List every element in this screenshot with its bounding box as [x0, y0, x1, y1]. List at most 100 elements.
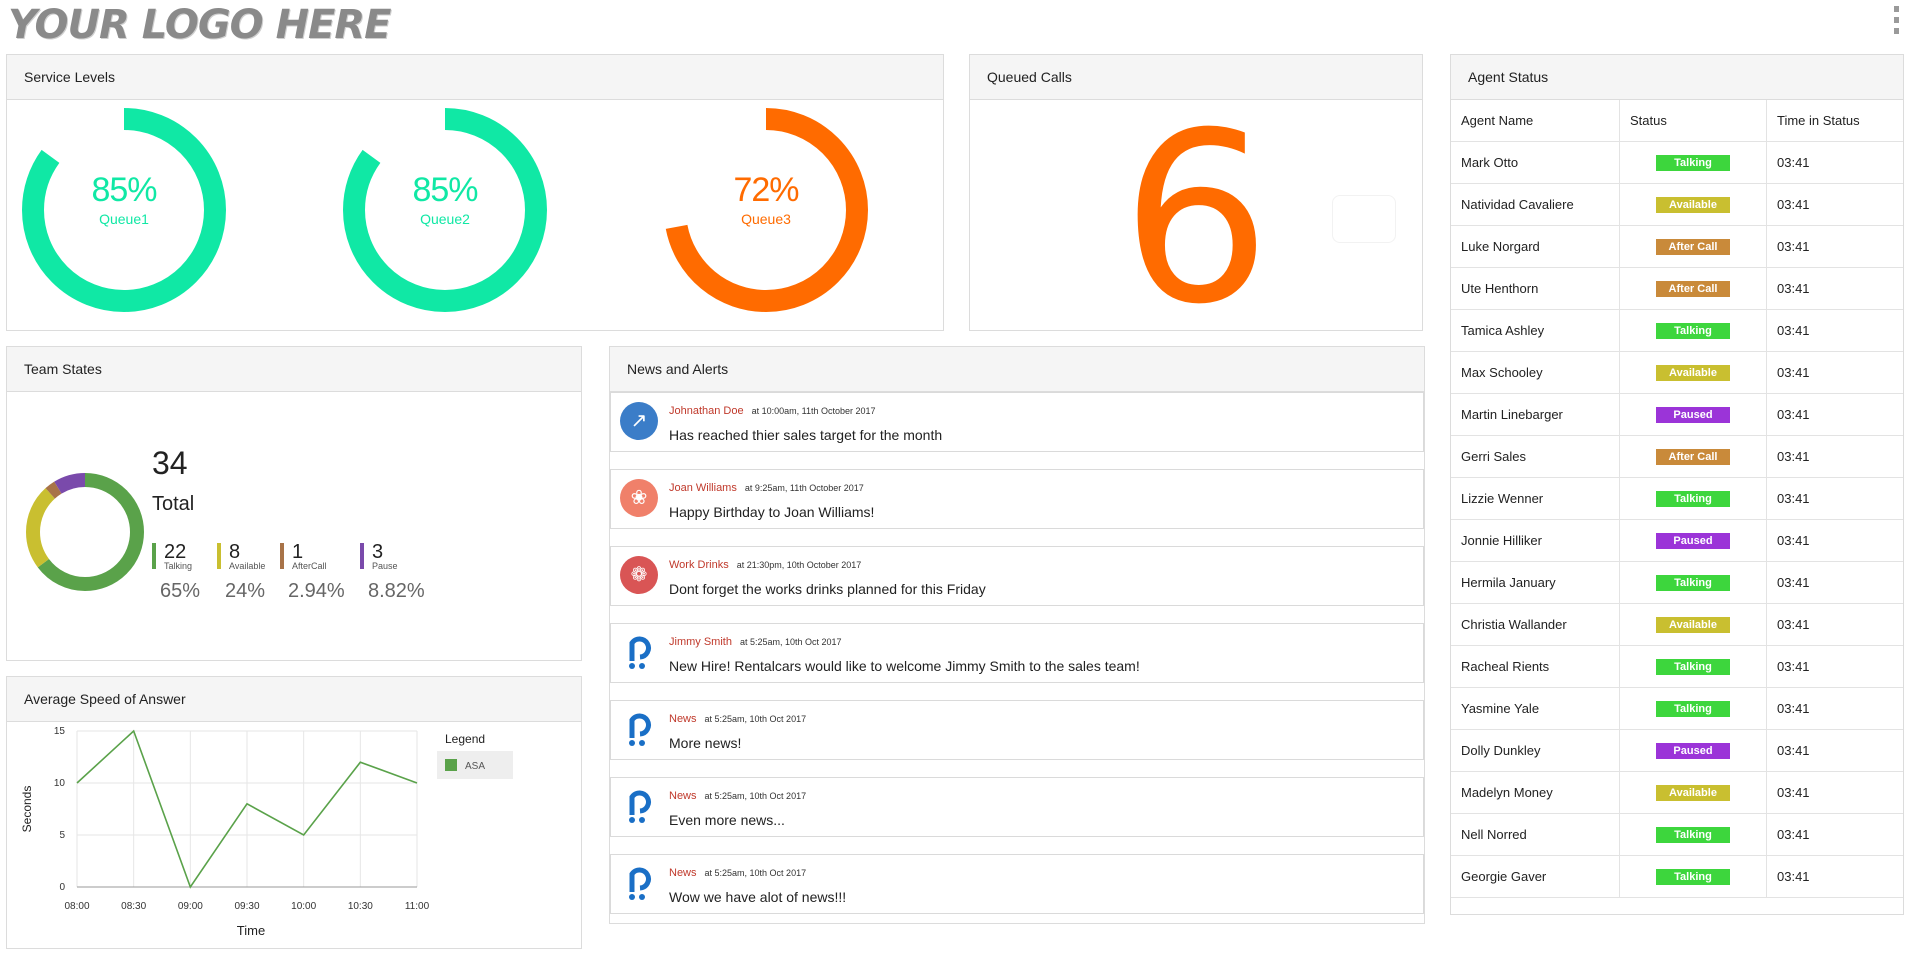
- agent-row[interactable]: Georgie Gaver Talking 03:41: [1451, 855, 1903, 898]
- news-author-name[interactable]: Work Drinks: [669, 559, 729, 571]
- time-in-status: 03:41: [1766, 351, 1903, 394]
- news-message: Wow we have alot of news!!!: [669, 889, 847, 905]
- news-author[interactable]: Jimmy Smith at 5:25am, 10th Oct 2017: [669, 636, 842, 648]
- news-item[interactable]: Jimmy Smith at 5:25am, 10th Oct 2017 New H…: [610, 623, 1424, 683]
- news-message: More news!: [669, 735, 742, 751]
- gauge-percent: 85%: [412, 171, 478, 209]
- agent-status-cell: Talking: [1619, 813, 1767, 856]
- agent-row[interactable]: Martin Linebarger Paused 03:41: [1451, 393, 1903, 436]
- x-tick-label: 10:30: [348, 901, 373, 912]
- x-tick-label: 10:00: [291, 901, 316, 912]
- column-header-status[interactable]: Status: [1619, 100, 1767, 142]
- agent-row[interactable]: Christia Wallander Available 03:41: [1451, 603, 1903, 646]
- agent-row[interactable]: Racheal Rients Talking 03:41: [1451, 645, 1903, 688]
- news-author-name[interactable]: News: [669, 790, 697, 802]
- agent-name: Ute Henthorn: [1451, 267, 1620, 310]
- news-message: Even more news...: [669, 812, 785, 828]
- column-header-time[interactable]: Time in Status: [1766, 100, 1903, 142]
- news-author[interactable]: Johnathan Doe at 10:00am, 11th October 20…: [669, 405, 876, 417]
- team-state-stat: 3 Pause: [360, 542, 398, 571]
- agent-row[interactable]: Gerri Sales After Call 03:41: [1451, 435, 1903, 478]
- agent-row[interactable]: Mark Otto Talking 03:41: [1451, 141, 1903, 184]
- status-badge: Talking: [1656, 826, 1730, 843]
- panel-title: Average Speed of Answer: [7, 677, 581, 722]
- gauge-queue-name: Queue2: [420, 211, 470, 227]
- news-author-name[interactable]: Johnathan Doe: [669, 405, 744, 417]
- agent-status-cell: Talking: [1619, 141, 1767, 184]
- news-author[interactable]: News at 5:25am, 10th Oct 2017: [669, 867, 806, 879]
- x-tick-label: 08:30: [121, 901, 146, 912]
- news-author-name[interactable]: Joan Williams: [669, 482, 737, 494]
- agent-row[interactable]: Max Schooley Available 03:41: [1451, 351, 1903, 394]
- agent-name: Gerri Sales: [1451, 435, 1620, 478]
- x-tick-label: 09:30: [234, 901, 259, 912]
- team-total-label: Total: [152, 493, 195, 515]
- agent-row[interactable]: Ute Henthorn After Call 03:41: [1451, 267, 1903, 310]
- agent-row[interactable]: Luke Norgard After Call 03:41: [1451, 225, 1903, 268]
- news-author[interactable]: Work Drinks at 21:30pm, 10th October 2017: [669, 559, 861, 571]
- rentalcars-logo-icon: [620, 633, 658, 671]
- agent-row[interactable]: Tamica Ashley Talking 03:41: [1451, 309, 1903, 352]
- agent-name: Natividad Cavaliere: [1451, 183, 1620, 226]
- agent-row[interactable]: Dolly Dunkley Paused 03:41: [1451, 729, 1903, 772]
- table-header-row: Agent Name Status Time in Status: [1451, 100, 1903, 142]
- time-in-status: 03:41: [1766, 561, 1903, 604]
- agent-row[interactable]: Madelyn Money Available 03:41: [1451, 771, 1903, 814]
- status-badge: Talking: [1656, 322, 1730, 339]
- agent-status-cell: Talking: [1619, 561, 1767, 604]
- agent-row[interactable]: Lizzie Wenner Talking 03:41: [1451, 477, 1903, 520]
- panel-title: News and Alerts: [610, 347, 1424, 392]
- time-in-status: 03:41: [1766, 477, 1903, 520]
- news-item[interactable]: News at 5:25am, 10th Oct 2017 Wow we have …: [610, 854, 1424, 914]
- agent-status-cell: After Call: [1619, 435, 1767, 478]
- time-in-status: 03:41: [1766, 141, 1903, 184]
- agent-name: Hermila January: [1451, 561, 1620, 604]
- gauge-queue-name: Queue1: [99, 211, 149, 227]
- news-author[interactable]: Joan Williams at 9:25am, 11th October 201…: [669, 482, 864, 494]
- agent-status-table: Agent Name Status Time in Status Mark Ot…: [1451, 100, 1903, 898]
- team-total: 34: [152, 445, 188, 481]
- glasses-icon: ❁: [620, 556, 658, 594]
- news-item[interactable]: ↗ Johnathan Doe at 10:00am, 11th October 2…: [610, 392, 1424, 452]
- time-in-status: 03:41: [1766, 603, 1903, 646]
- news-author-name[interactable]: Jimmy Smith: [669, 636, 732, 648]
- agent-row[interactable]: Nell Norred Talking 03:41: [1451, 813, 1903, 856]
- legend-label[interactable]: ASA: [465, 761, 485, 772]
- gauge-arc: [22, 108, 226, 312]
- status-badge: Talking: [1656, 658, 1730, 675]
- x-tick-label: 08:00: [64, 901, 89, 912]
- news-author-name[interactable]: News: [669, 867, 697, 879]
- status-badge: Paused: [1656, 742, 1730, 759]
- time-in-status: 03:41: [1766, 183, 1903, 226]
- news-item[interactable]: ❁ Work Drinks at 21:30pm, 10th October 201…: [610, 546, 1424, 606]
- agent-row[interactable]: Yasmine Yale Talking 03:41: [1451, 687, 1903, 730]
- agent-status-cell: Talking: [1619, 687, 1767, 730]
- queued-calls-panel: Queued Calls 6: [969, 54, 1423, 331]
- news-timestamp: at 21:30pm, 10th October 2017: [736, 560, 862, 570]
- team-state-stat: 1 AfterCall: [280, 542, 327, 571]
- gauge-percent: 85%: [91, 171, 157, 209]
- news-item[interactable]: News at 5:25am, 10th Oct 2017 Even more ne…: [610, 777, 1424, 837]
- agent-status-cell: Paused: [1619, 729, 1767, 772]
- status-badge: Talking: [1656, 574, 1730, 591]
- news-timestamp: at 5:25am, 10th Oct 2017: [704, 868, 807, 878]
- news-author-name[interactable]: News: [669, 713, 697, 725]
- gauge-queue-name: Queue3: [741, 211, 791, 227]
- news-item[interactable]: ❀ Joan Williams at 9:25am, 11th October 20…: [610, 469, 1424, 529]
- agent-row[interactable]: Natividad Cavaliere Available 03:41: [1451, 183, 1903, 226]
- agent-status-cell: Available: [1619, 351, 1767, 394]
- agent-row[interactable]: Jonnie Hilliker Paused 03:41: [1451, 519, 1903, 562]
- status-badge: Available: [1656, 784, 1730, 801]
- news-author[interactable]: News at 5:25am, 10th Oct 2017: [669, 790, 806, 802]
- news-author[interactable]: News at 5:25am, 10th Oct 2017: [669, 713, 806, 725]
- news-item[interactable]: News at 5:25am, 10th Oct 2017 More news!: [610, 700, 1424, 760]
- agent-row[interactable]: Hermila January Talking 03:41: [1451, 561, 1903, 604]
- status-badge: Talking: [1656, 700, 1730, 717]
- more-menu-icon[interactable]: [1891, 6, 1901, 42]
- status-badge: Paused: [1656, 532, 1730, 549]
- agent-name: Racheal Rients: [1451, 645, 1620, 688]
- panel-title: Service Levels: [7, 55, 943, 100]
- y-tick-label: 5: [59, 830, 65, 841]
- agent-status-cell: After Call: [1619, 225, 1767, 268]
- column-header-agent-name[interactable]: Agent Name: [1451, 100, 1620, 142]
